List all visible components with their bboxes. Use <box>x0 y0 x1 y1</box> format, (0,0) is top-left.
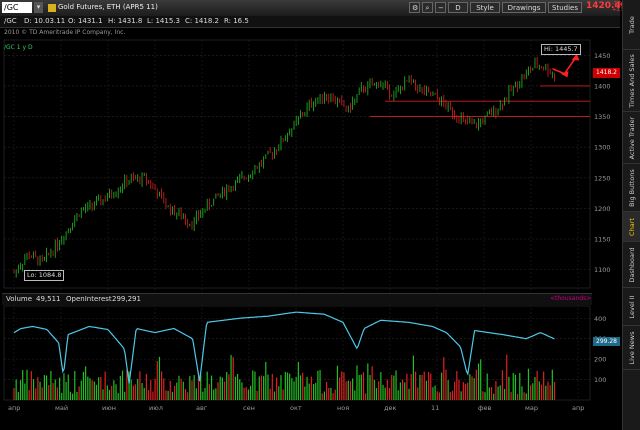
x-tick-label: июл <box>149 404 163 412</box>
tab-label: Live News <box>628 331 636 364</box>
hi-label: Hi: 1445.7 <box>541 44 581 55</box>
x-tick-label: июн <box>102 404 116 412</box>
x-tick-label: апр <box>8 404 20 412</box>
lo-label: Lo: 1084.8 <box>24 270 65 281</box>
sidebar: Trade Times And Sales Active Trader Big … <box>622 0 640 430</box>
price-tick-label: 1350 <box>594 113 611 121</box>
x-tick-label: авг <box>196 404 208 412</box>
price-tick-label: 1400 <box>594 82 611 90</box>
volume-tick-label: 400 <box>594 315 606 323</box>
price-tick-label: 1300 <box>594 144 611 152</box>
x-tick-label: ноя <box>337 404 349 412</box>
current-price-label: 1418.2 <box>593 68 620 78</box>
tab-label: Dashboard <box>628 246 636 283</box>
tab-big-buttons[interactable]: Big Buttons <box>623 164 640 212</box>
price-tick-label: 1450 <box>594 52 611 60</box>
x-tick-label: дек <box>384 404 396 412</box>
tab-chart[interactable]: Chart <box>623 212 640 242</box>
open-interest-line <box>13 311 555 384</box>
volume-tick-label: 200 <box>594 356 606 364</box>
open-interest-label: OpenInterest <box>66 295 112 303</box>
x-tick-label: апр <box>572 404 584 412</box>
volume-label: Volume <box>6 295 33 303</box>
tab-active-trader[interactable]: Active Trader <box>623 112 640 164</box>
tab-label: Active Trader <box>628 116 636 159</box>
tab-live-news[interactable]: Live News <box>623 326 640 370</box>
units-label: <thousands> <box>550 295 592 302</box>
tab-label: Times And Sales <box>628 53 636 108</box>
volume-header: Volume 49,511 OpenInterest 299,291 <thou… <box>2 293 592 305</box>
open-interest-value: 299,291 <box>112 295 141 303</box>
x-tick-label: май <box>55 404 68 412</box>
tab-times-and-sales[interactable]: Times And Sales <box>623 50 640 112</box>
volume-tick-label: 100 <box>594 376 606 384</box>
price-tick-label: 1100 <box>594 266 611 274</box>
oi-current-label: 299.28 <box>593 337 620 346</box>
tab-label: Chart <box>628 217 636 236</box>
x-tick-label: фев <box>478 404 492 412</box>
price-panel-border <box>3 39 591 289</box>
tab-dashboard[interactable]: Dashboard <box>623 242 640 288</box>
price-chart[interactable]: 1100115012001250130013501400145010020030… <box>0 0 620 430</box>
x-tick-label: окт <box>290 404 302 412</box>
volume-value: 49,511 <box>36 295 61 303</box>
tab-label: Big Buttons <box>628 168 636 207</box>
tab-trade[interactable]: Trade <box>623 0 640 50</box>
x-tick-label: мар <box>525 404 538 412</box>
price-tick-label: 1200 <box>594 205 611 213</box>
tab-label: Level II <box>628 294 636 319</box>
price-tick-label: 1150 <box>594 236 611 244</box>
x-tick-label: 11 <box>431 404 439 412</box>
x-tick-label: сен <box>243 404 255 412</box>
price-tick-label: 1250 <box>594 174 611 182</box>
tab-level-ii[interactable]: Level II <box>623 288 640 326</box>
tab-label: Trade <box>628 15 636 34</box>
